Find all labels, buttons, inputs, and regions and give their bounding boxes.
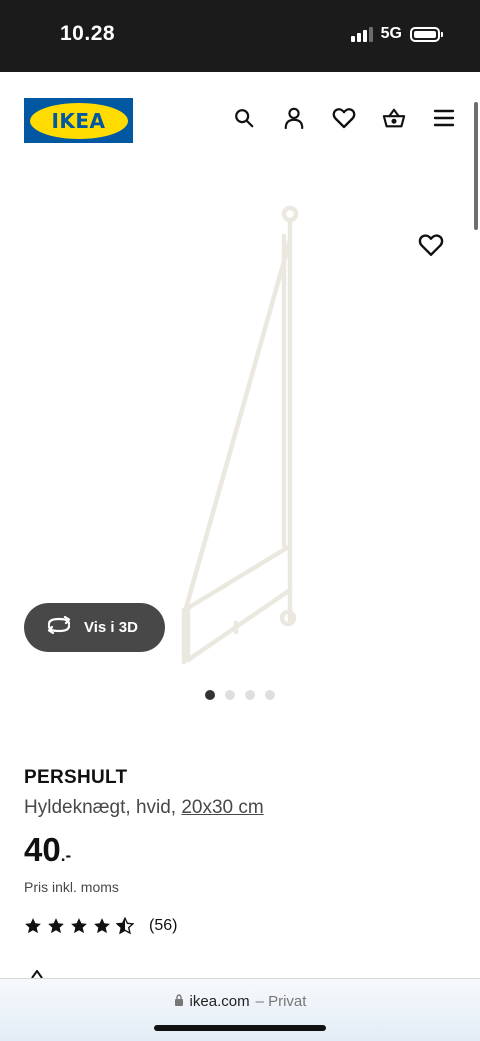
- home-indicator[interactable]: [154, 1025, 326, 1031]
- product-size-link[interactable]: 20x30 cm: [181, 797, 263, 818]
- site-header: IKEA: [0, 72, 480, 172]
- heart-icon[interactable]: [332, 106, 356, 130]
- menu-icon[interactable]: [432, 106, 456, 130]
- star-icon: [94, 918, 110, 934]
- battery-icon: [410, 26, 443, 42]
- product-description-text: Hyldeknægt, hvid,: [24, 797, 177, 818]
- status-indicators: 5G: [350, 25, 443, 43]
- search-icon[interactable]: [232, 106, 256, 130]
- product-image[interactable]: [170, 200, 310, 670]
- url-domain: ikea.com: [189, 993, 250, 1010]
- signal-icon: [350, 26, 373, 42]
- carousel-dot[interactable]: [245, 690, 255, 700]
- review-count[interactable]: (56): [149, 917, 177, 935]
- carousel-dot[interactable]: [205, 690, 215, 700]
- star-icon: [116, 917, 134, 935]
- ikea-logo[interactable]: IKEA: [24, 98, 133, 143]
- product-rating[interactable]: (56): [24, 917, 177, 935]
- network-label: 5G: [380, 25, 402, 42]
- lock-icon: [174, 993, 184, 1010]
- image-carousel-dots: [205, 690, 275, 700]
- star-icon: [71, 918, 87, 934]
- status-bar: 10.28 5G: [0, 0, 480, 72]
- price-note: Pris inkl. moms: [24, 879, 119, 895]
- carousel-dot[interactable]: [225, 690, 235, 700]
- page-scrollbar[interactable]: [474, 102, 478, 230]
- product-name: PERSHULT: [24, 767, 128, 788]
- product-price: 40 .-: [24, 831, 71, 869]
- url-line[interactable]: ikea.com – Privat: [0, 993, 480, 1010]
- logo-oval: IKEA: [29, 102, 128, 139]
- browser-address-bar[interactable]: ikea.com – Privat: [0, 978, 480, 1041]
- add-to-favourites-button[interactable]: [418, 233, 444, 259]
- rotate-3d-icon: [46, 615, 72, 639]
- product-description: Hyldeknægt, hvid, 20x30 cm: [24, 797, 264, 819]
- price-amount: 40: [24, 831, 61, 868]
- heart-icon: [418, 234, 444, 256]
- browsing-mode: – Privat: [255, 993, 307, 1010]
- carousel-dot[interactable]: [265, 690, 275, 700]
- account-icon[interactable]: [282, 106, 306, 130]
- star-icon: [48, 918, 64, 934]
- header-icons: [232, 106, 456, 130]
- logo-text: IKEA: [51, 108, 106, 133]
- basket-icon[interactable]: [382, 106, 406, 130]
- price-suffix: .-: [60, 846, 72, 865]
- view-in-3d-label: Vis i 3D: [84, 619, 138, 636]
- star-icon: [25, 918, 41, 934]
- view-in-3d-button[interactable]: Vis i 3D: [24, 603, 165, 652]
- partial-content-glyph: [31, 970, 43, 978]
- status-time: 10.28: [60, 22, 116, 45]
